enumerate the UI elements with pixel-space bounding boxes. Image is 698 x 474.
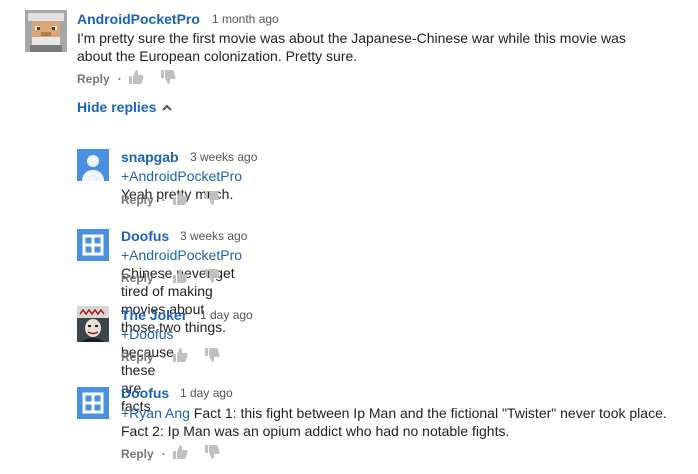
comment-text-line-1: I'm pretty sure the first movie was abou… xyxy=(77,30,626,46)
comment-author[interactable]: snapgab xyxy=(121,149,179,165)
comment-text-line-2: about the European colonization. Pretty … xyxy=(77,48,358,64)
mention-link[interactable]: +AndroidPocketPro xyxy=(121,247,242,263)
avatar-snapgab[interactable] xyxy=(77,149,109,181)
reply-button[interactable]: Reply xyxy=(121,271,154,285)
comment-actions: Reply · xyxy=(121,268,236,287)
comment-actions: Reply · xyxy=(121,190,236,209)
thumbs-down-icon[interactable] xyxy=(160,69,176,88)
comment-author[interactable]: Doofus xyxy=(121,385,169,401)
comment-timestamp[interactable]: 3 weeks ago xyxy=(190,150,257,164)
avatar-doofus[interactable] xyxy=(77,387,109,419)
comment-author[interactable]: The Joker xyxy=(121,307,187,323)
comment-text: I'm pretty sure the first movie was abou… xyxy=(77,29,687,65)
comment-timestamp[interactable]: 1 month ago xyxy=(212,12,279,26)
comment-actions: Reply · xyxy=(121,347,236,366)
hide-replies-button[interactable]: Hide replies xyxy=(77,99,173,115)
thumbs-up-icon[interactable] xyxy=(172,444,188,463)
avatar-the-joker[interactable] xyxy=(77,306,109,342)
comment-text-line-1: +Ryan Ang Fact 1: this fight between Ip … xyxy=(121,404,691,422)
thumbs-down-icon[interactable] xyxy=(204,444,220,463)
reply-button[interactable]: Reply xyxy=(121,193,154,207)
comment-actions: Reply · xyxy=(77,69,192,88)
mention-link[interactable]: +AndroidPocketPro xyxy=(121,168,242,184)
comment-timestamp[interactable]: 1 day ago xyxy=(180,386,233,400)
reply-button[interactable]: Reply xyxy=(121,350,154,364)
separator-dot: · xyxy=(161,349,166,364)
thumbs-down-icon[interactable] xyxy=(204,347,220,366)
comment-text-line-2: Fact 2: Ip Man was an opium addict who h… xyxy=(121,423,510,439)
comment-timestamp[interactable]: 1 day ago xyxy=(200,308,253,322)
comment-timestamp[interactable]: 3 weeks ago xyxy=(180,229,247,243)
reply-button[interactable]: Reply xyxy=(77,72,110,86)
mention-link[interactable]: +Ryan Ang xyxy=(121,405,190,421)
comment-actions: Reply · xyxy=(121,444,236,463)
comment-body: Fact 1: this fight between Ip Man and th… xyxy=(189,405,667,421)
separator-dot: · xyxy=(161,446,166,461)
mention-link[interactable]: +Doofus xyxy=(121,326,174,342)
hide-replies-label: Hide replies xyxy=(77,99,157,115)
thumbs-down-icon[interactable] xyxy=(204,268,220,287)
comment-author[interactable]: AndroidPocketPro xyxy=(77,11,200,27)
reply-button[interactable]: Reply xyxy=(121,447,154,461)
comment-text: +Ryan Ang Fact 1: this fight between Ip … xyxy=(121,404,691,440)
thumbs-up-icon[interactable] xyxy=(172,190,188,209)
comment-text: +Doofus because these are facts xyxy=(121,325,174,415)
separator-dot: · xyxy=(117,71,122,86)
avatar-doofus[interactable] xyxy=(77,229,109,261)
thumbs-up-icon[interactable] xyxy=(128,69,144,88)
avatar-androidpocketpro[interactable] xyxy=(25,10,67,52)
separator-dot: · xyxy=(161,270,166,285)
thumbs-down-icon[interactable] xyxy=(204,190,220,209)
comment-author[interactable]: Doofus xyxy=(121,228,169,244)
separator-dot: · xyxy=(161,192,166,207)
thumbs-up-icon[interactable] xyxy=(172,268,188,287)
thumbs-up-icon[interactable] xyxy=(172,347,188,366)
chevron-up-icon xyxy=(162,104,173,111)
